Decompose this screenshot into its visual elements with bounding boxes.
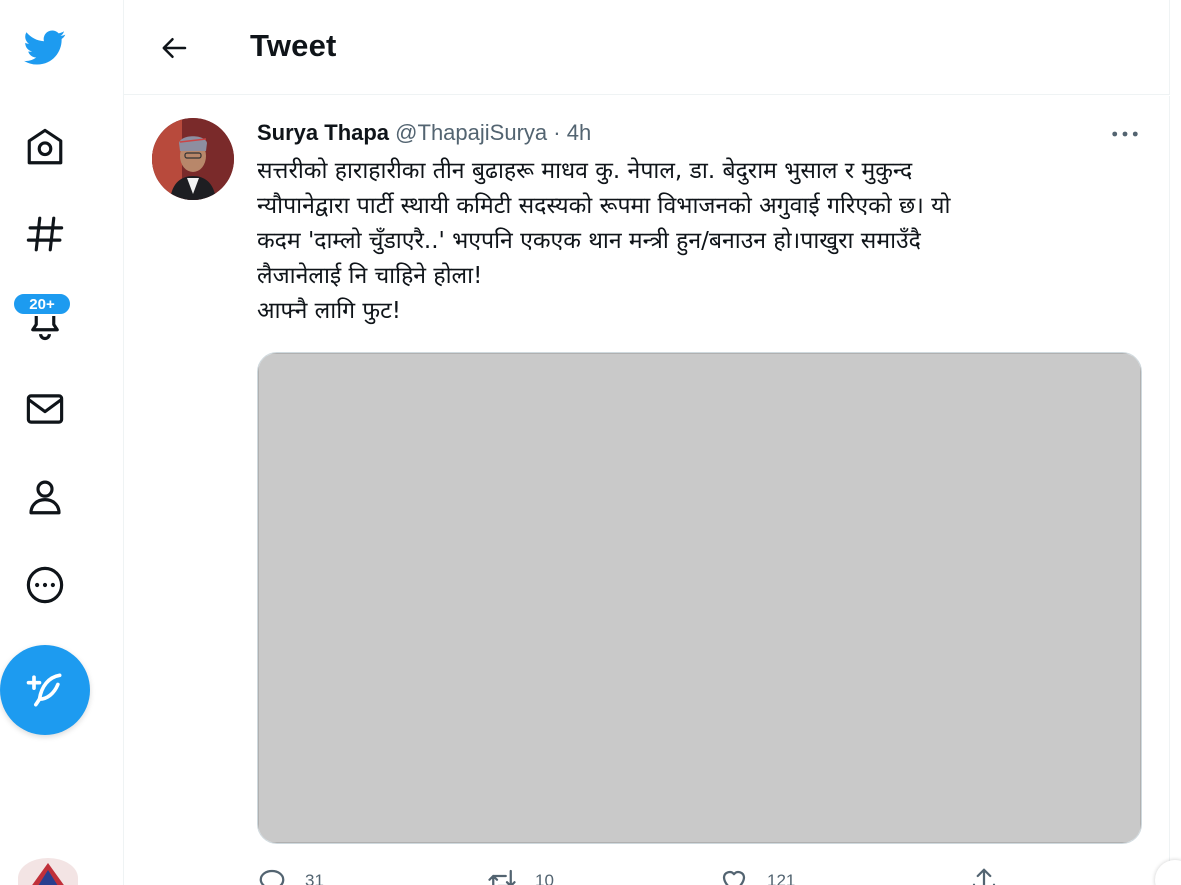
explore-hashtag-icon[interactable] (14, 203, 76, 265)
author-handle[interactable]: @ThapajiSurya (395, 120, 547, 145)
profile-icon[interactable] (14, 466, 76, 528)
meta-separator: · (553, 120, 561, 145)
tweet-more-button[interactable] (1110, 122, 1140, 146)
like-button[interactable]: 121 (719, 866, 795, 885)
tweet-meta: Surya Thapa @ThapajiSurya · 4h (257, 120, 591, 146)
tweet-timestamp[interactable]: 4h (567, 120, 591, 145)
retweet-count: 10 (535, 871, 554, 885)
heart-icon (722, 870, 746, 885)
share-icon (972, 868, 996, 885)
retweet-icon (488, 869, 516, 885)
reply-icon (259, 869, 285, 885)
more-circle-icon[interactable] (14, 554, 76, 616)
tweet-text: सत्तरीको हाराहारीका तीन बुढाहरू माधव कु.… (257, 154, 1137, 329)
tweet-actions: 31 10 121 (257, 866, 1137, 885)
more-horizontal-icon (1112, 131, 1138, 137)
author-avatar[interactable] (152, 118, 234, 200)
tweet-text-line: लैजानेलाई नि चाहिने होला! (257, 263, 483, 289)
page-header: Tweet (124, 0, 1170, 95)
twitter-tweet-page: 20+ Tweet Surya Thapa @ThapajiSurya · 4h… (0, 0, 1181, 885)
tweet-text-line: कदम 'दाम्लो चुँडाएरै..' भएपनि एकएक थान म… (257, 228, 921, 254)
like-count: 121 (767, 871, 796, 885)
tweet-text-line: सत्तरीको हाराहारीका तीन बुढाहरू माधव कु.… (257, 158, 913, 184)
tweet-text-line: आफ्नै लागि फुट! (257, 298, 401, 324)
tweet: Surya Thapa @ThapajiSurya · 4h सत्तरीको … (124, 96, 1170, 885)
reply-button[interactable]: 31 (257, 866, 324, 885)
messages-envelope-icon[interactable] (14, 378, 76, 440)
compose-feather-icon (26, 673, 62, 707)
compose-tweet-button[interactable] (0, 645, 90, 735)
retweet-button[interactable]: 10 (487, 866, 554, 885)
tweet-photo[interactable] (257, 352, 1142, 844)
sidebar-nav: 20+ (0, 0, 124, 885)
twitter-logo-icon[interactable] (14, 16, 76, 78)
reply-count: 31 (305, 871, 324, 885)
account-avatar[interactable] (18, 858, 78, 885)
home-icon[interactable] (14, 116, 76, 178)
arrow-left-icon (162, 38, 187, 58)
page-title: Tweet (250, 28, 337, 63)
tweet-text-line: न्यौपानेद्वारा पार्टी स्थायी कमिटी सदस्य… (257, 193, 951, 219)
author-name[interactable]: Surya Thapa (257, 120, 389, 145)
share-button[interactable] (969, 866, 999, 885)
notification-count-badge: 20+ (12, 292, 72, 316)
back-button[interactable] (154, 27, 196, 69)
photo-placeholder (258, 353, 1141, 843)
